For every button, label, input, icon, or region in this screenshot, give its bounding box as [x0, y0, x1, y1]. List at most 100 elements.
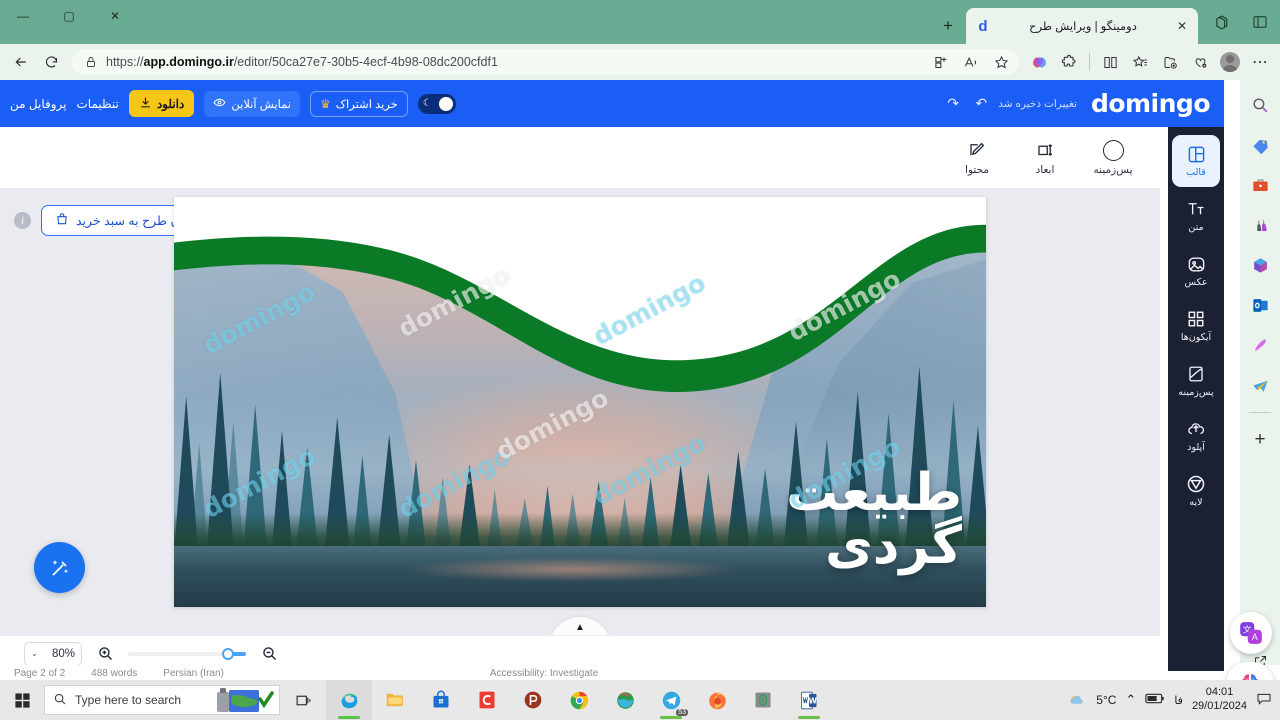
sidebar-label-background: پس‌زمینه	[1178, 387, 1214, 398]
taskbar-app-word[interactable]: W	[786, 680, 832, 720]
taskbar-app-chrome[interactable]	[556, 680, 602, 720]
sidebar-item-background[interactable]: پس‌زمینه	[1172, 355, 1220, 407]
split-screen-icon[interactable]	[929, 50, 953, 74]
undo-icon[interactable]: ↶	[970, 93, 992, 115]
games-icon[interactable]	[1247, 212, 1273, 238]
new-tab-button[interactable]: +	[934, 12, 962, 40]
download-button[interactable]: دانلود	[128, 90, 195, 117]
telegram-icon[interactable]	[1247, 372, 1273, 398]
image-icon	[1187, 254, 1206, 274]
translate-floating-button[interactable]: 文 A	[1230, 612, 1272, 654]
battery-icon[interactable]	[1145, 692, 1165, 708]
domingo-tool-rail: قالب متن عکس آیکون‌ها پس‌زمینه	[1168, 127, 1224, 671]
close-window-button[interactable]: ✕	[92, 0, 138, 32]
upload-cloud-icon	[1186, 419, 1206, 439]
back-icon[interactable]	[6, 47, 36, 77]
search-icon[interactable]	[1247, 92, 1273, 118]
split-view-icon[interactable]	[1096, 48, 1124, 76]
zoom-in-icon[interactable]	[94, 643, 116, 665]
tool-background-label: پس‌زمینه	[1093, 164, 1133, 176]
maximize-button[interactable]: ▢	[46, 0, 92, 32]
edge-sidebar: +	[1240, 80, 1280, 680]
domingo-logo[interactable]: domingo	[1091, 89, 1211, 118]
zoom-slider-fill	[232, 651, 246, 656]
start-button[interactable]	[0, 680, 44, 720]
taskbar-app-microsoft-store[interactable]	[418, 680, 464, 720]
sidebar-item-template[interactable]: قالب	[1172, 135, 1220, 187]
tool-background[interactable]: پس‌زمینه	[1090, 139, 1136, 176]
task-view-button[interactable]	[280, 680, 326, 720]
minimize-button[interactable]: —	[0, 0, 46, 32]
taskbar-app-c[interactable]	[464, 680, 510, 720]
office-icon[interactable]	[1247, 252, 1273, 278]
profile-avatar[interactable]	[1216, 48, 1244, 76]
sidebar-item-icons[interactable]: آیکون‌ها	[1172, 300, 1220, 352]
favorite-star-icon[interactable]	[989, 50, 1013, 74]
copilot-icon[interactable]	[1025, 48, 1053, 76]
tool-dimensions[interactable]: ابعاد	[1022, 139, 1068, 176]
sidebar-item-upload[interactable]: آپلود	[1172, 410, 1220, 462]
outlook-icon[interactable]	[1247, 292, 1273, 318]
tray-overflow-chevron[interactable]: ⌃	[1125, 692, 1136, 708]
add-favorite-icon[interactable]	[1156, 48, 1184, 76]
sidebar-item-shapes[interactable]: لایه	[1172, 465, 1220, 517]
tool-content[interactable]: محتوا	[954, 139, 1000, 176]
dark-mode-toggle[interactable]: ☾	[417, 93, 456, 114]
zoom-level-select[interactable]: ⌄ 80%	[24, 641, 82, 666]
designer-icon[interactable]	[1247, 332, 1273, 358]
language-indicator[interactable]: فا	[1174, 694, 1183, 707]
address-bar[interactable]: https://app.domingo.ir/editor/50ca27e7-3…	[72, 49, 1019, 75]
online-preview-button[interactable]: نمایش آنلاین	[204, 90, 300, 117]
subscribe-label: خرید اشتراک	[335, 98, 398, 111]
add-sidebar-app-icon[interactable]: +	[1247, 427, 1273, 453]
sidebar-item-text[interactable]: متن	[1172, 190, 1220, 242]
preview-label: نمایش آنلاین	[231, 98, 291, 111]
tool-dimensions-label: ابعاد	[1035, 164, 1055, 176]
text-icon	[1186, 199, 1206, 219]
browser-tab[interactable]: ✕ دومینگو | ویرایش طرح d	[966, 8, 1198, 44]
info-icon[interactable]: i	[14, 212, 31, 229]
toolbar-divider	[1089, 53, 1090, 71]
profile-link[interactable]: پروفایل من	[10, 97, 66, 111]
download-icon	[139, 96, 152, 112]
workspaces-icon[interactable]	[1208, 8, 1236, 36]
extensions-icon[interactable]	[1055, 48, 1083, 76]
shapes-icon	[1186, 474, 1206, 494]
taskbar-search-box[interactable]: Type here to search	[44, 685, 280, 715]
magic-design-button[interactable]	[34, 542, 85, 593]
pencil-edit-icon	[968, 139, 986, 161]
sidebar-item-image[interactable]: عکس	[1172, 245, 1220, 297]
weather-icon[interactable]	[1067, 691, 1087, 710]
clock[interactable]: 04:01 29/01/2024	[1192, 686, 1247, 714]
redo-icon[interactable]: ↷	[942, 93, 964, 115]
tools-briefcase-icon[interactable]	[1247, 172, 1273, 198]
canvas-area[interactable]: افزودن طرح به سبد خرید i طبیعت گردی domi…	[0, 189, 1160, 635]
notification-center-icon[interactable]	[1256, 692, 1272, 709]
chevron-down-icon: ⌄	[31, 649, 38, 658]
shopping-tag-icon[interactable]	[1247, 132, 1273, 158]
read-aloud-icon[interactable]	[959, 50, 983, 74]
zoom-slider[interactable]	[128, 647, 246, 660]
zoom-out-icon[interactable]	[258, 643, 280, 665]
taskbar-app-p[interactable]	[510, 680, 556, 720]
taskbar-app-edge[interactable]	[326, 680, 372, 720]
tab-actions-icon[interactable]	[1246, 8, 1274, 36]
settings-link[interactable]: تنظیمات	[76, 97, 118, 111]
more-settings-icon[interactable]: ⋯	[1246, 48, 1274, 76]
subscribe-button[interactable]: خرید اشتراک ♛	[309, 90, 408, 117]
collections-icon[interactable]	[1126, 48, 1154, 76]
taskbar-app-firefox[interactable]	[694, 680, 740, 720]
tab-close-icon[interactable]: ✕	[1174, 18, 1190, 34]
reload-icon[interactable]	[36, 47, 66, 77]
design-artboard[interactable]: طبیعت گردی domingo domingo domingo domin…	[174, 197, 986, 607]
browser-essentials-icon[interactable]	[1186, 48, 1214, 76]
zoom-level-value: 80%	[51, 647, 75, 660]
taskbar-app-telegram[interactable]: 53	[648, 680, 694, 720]
taskbar-app-green[interactable]	[740, 680, 786, 720]
taskbar-app-world[interactable]	[602, 680, 648, 720]
collapse-panel-handle[interactable]: ▲	[549, 617, 611, 635]
moon-icon: ☾	[422, 98, 432, 109]
taskbar-app-file-explorer[interactable]	[372, 680, 418, 720]
zoom-slider-handle[interactable]	[222, 647, 235, 660]
svg-text:W: W	[809, 696, 818, 705]
